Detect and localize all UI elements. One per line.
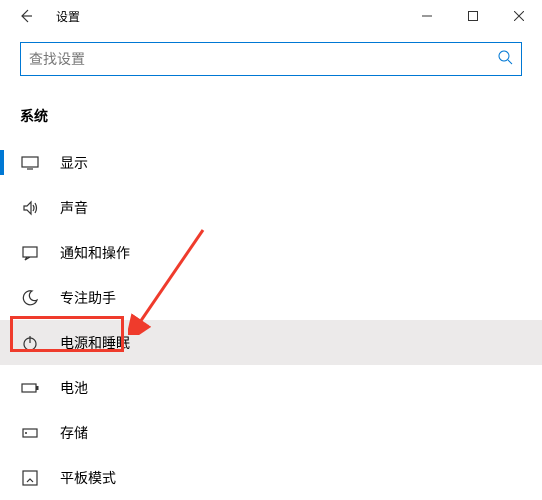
sound-icon: [20, 198, 40, 218]
search-box[interactable]: [20, 42, 522, 76]
maximize-icon: [468, 11, 478, 21]
window-title: 设置: [56, 8, 404, 25]
nav-item-label: 存储: [60, 423, 88, 443]
search-input[interactable]: [29, 51, 497, 67]
focus-icon: [20, 288, 40, 308]
nav-item-label: 电源和睡眠: [60, 333, 130, 353]
section-header: 系统: [0, 76, 542, 140]
nav-item-label: 平板模式: [60, 468, 116, 488]
search-icon: [497, 49, 513, 70]
nav-item-storage[interactable]: 存储: [0, 410, 542, 455]
nav-list: 显示 声音 通知和操作 专注助手 电源和睡眠 电池 存储: [0, 140, 542, 500]
titlebar: 设置: [0, 0, 542, 32]
close-button[interactable]: [496, 0, 542, 32]
nav-item-label: 显示: [60, 153, 88, 173]
nav-item-label: 通知和操作: [60, 243, 130, 263]
nav-item-label: 电池: [60, 378, 88, 398]
minimize-button[interactable]: [404, 0, 450, 32]
nav-item-tablet[interactable]: 平板模式: [0, 455, 542, 500]
minimize-icon: [422, 11, 432, 21]
nav-item-sound[interactable]: 声音: [0, 185, 542, 230]
power-icon: [20, 333, 40, 353]
nav-item-label: 声音: [60, 198, 88, 218]
maximize-button[interactable]: [450, 0, 496, 32]
window-controls: [404, 0, 542, 32]
display-icon: [20, 153, 40, 173]
nav-item-notifications[interactable]: 通知和操作: [0, 230, 542, 275]
nav-item-label: 专注助手: [60, 288, 116, 308]
search-container: [0, 32, 542, 76]
battery-icon: [20, 378, 40, 398]
notification-icon: [20, 243, 40, 263]
nav-item-display[interactable]: 显示: [0, 140, 542, 185]
back-button[interactable]: [8, 0, 44, 32]
nav-item-battery[interactable]: 电池: [0, 365, 542, 410]
arrow-left-icon: [18, 8, 34, 24]
nav-item-power[interactable]: 电源和睡眠: [0, 320, 542, 365]
storage-icon: [20, 423, 40, 443]
nav-item-focus[interactable]: 专注助手: [0, 275, 542, 320]
close-icon: [514, 11, 524, 21]
tablet-icon: [20, 468, 40, 488]
